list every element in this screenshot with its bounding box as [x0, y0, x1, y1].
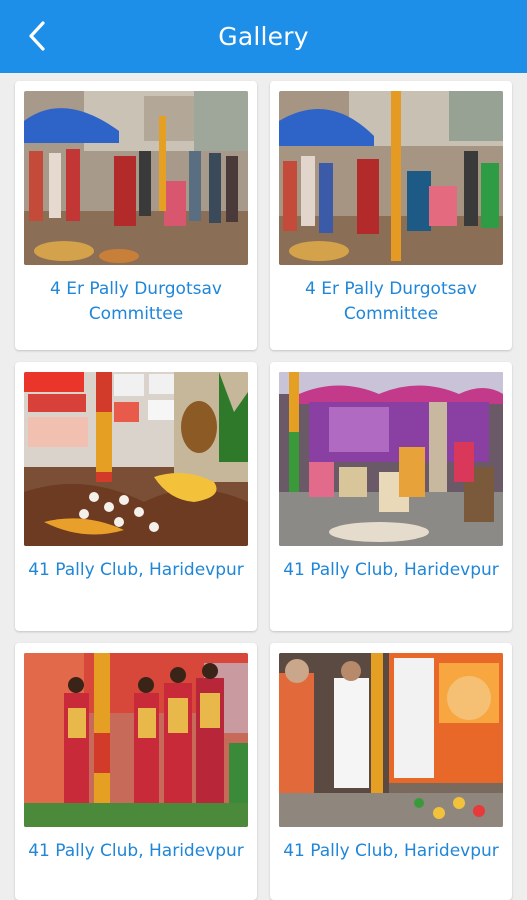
gallery-caption[interactable]: 41 Pally Club, Haridevpur — [270, 839, 512, 864]
gallery-caption[interactable]: 4 Er Pally Durgotsav Committee — [270, 277, 512, 327]
gallery-card[interactable]: 41 Pally Club, Haridevpur — [15, 643, 257, 900]
gallery-photo[interactable] — [279, 372, 503, 546]
app-bar: Gallery — [0, 0, 527, 73]
gallery-grid: 4 Er Pally Durgotsav Committee 4 Er Pall… — [0, 73, 527, 900]
gallery-caption[interactable]: 4 Er Pally Durgotsav Committee — [15, 277, 257, 327]
gallery-caption[interactable]: 41 Pally Club, Haridevpur — [15, 558, 257, 583]
gallery-caption[interactable]: 41 Pally Club, Haridevpur — [270, 558, 512, 583]
gallery-photo[interactable] — [24, 372, 248, 546]
gallery-card[interactable]: 41 Pally Club, Haridevpur — [270, 643, 512, 900]
page-title: Gallery — [218, 22, 309, 51]
chevron-left-icon — [29, 21, 45, 51]
gallery-card[interactable]: 41 Pally Club, Haridevpur — [15, 362, 257, 631]
gallery-photo[interactable] — [24, 91, 248, 265]
gallery-card[interactable]: 4 Er Pally Durgotsav Committee — [270, 81, 512, 350]
gallery-caption[interactable]: 41 Pally Club, Haridevpur — [15, 839, 257, 864]
gallery-photo[interactable] — [279, 91, 503, 265]
gallery-card[interactable]: 4 Er Pally Durgotsav Committee — [15, 81, 257, 350]
gallery-card[interactable]: 41 Pally Club, Haridevpur — [270, 362, 512, 631]
back-button[interactable] — [22, 18, 52, 54]
gallery-photo[interactable] — [279, 653, 503, 827]
gallery-photo[interactable] — [24, 653, 248, 827]
